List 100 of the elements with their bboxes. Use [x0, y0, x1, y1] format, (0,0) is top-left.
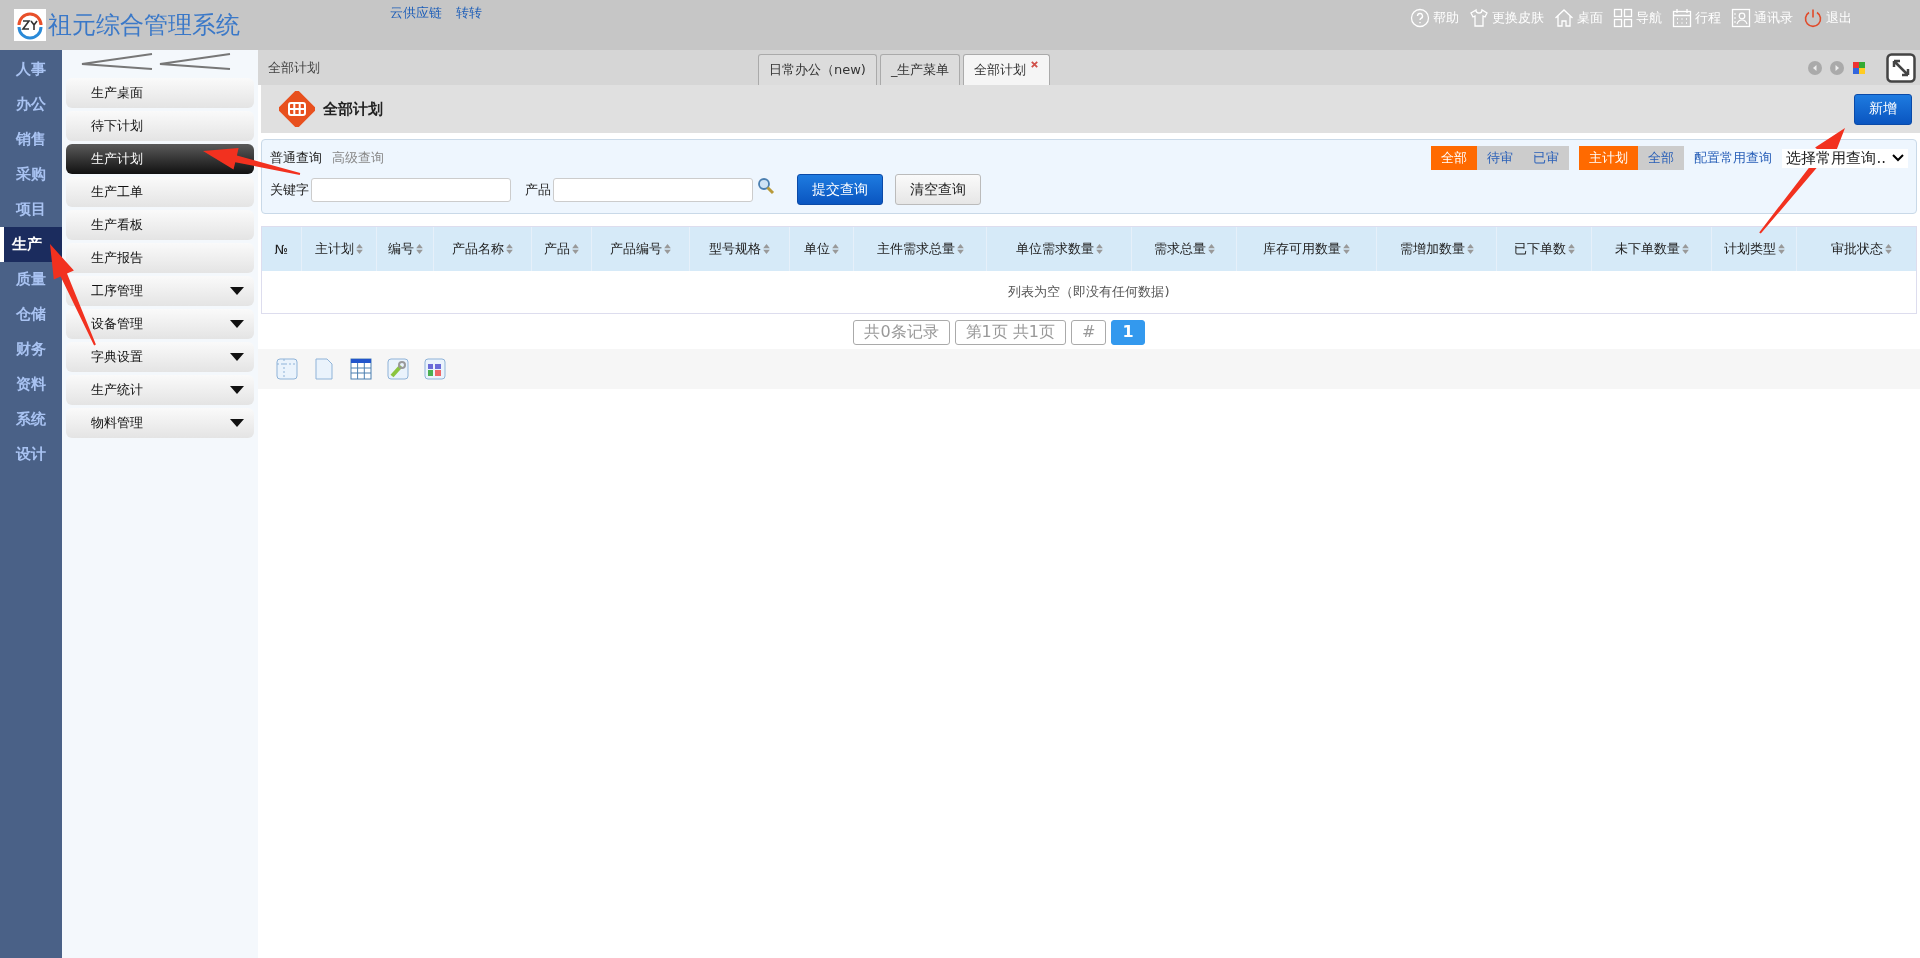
module-nav-item[interactable]: 质量: [16, 262, 46, 297]
sort-icon: [415, 244, 423, 254]
color-squares-icon[interactable]: [1852, 60, 1866, 75]
grid-icon: [1613, 8, 1633, 28]
status-filter[interactable]: 待审: [1477, 146, 1524, 170]
breadcrumb: 全部计划: [268, 58, 321, 77]
sort-icon: [832, 244, 839, 254]
column-header[interactable]: 编号: [377, 227, 434, 271]
page-title: 全部计划: [323, 99, 383, 119]
module-nav-item[interactable]: 采购: [16, 157, 46, 192]
sort-icon: [1095, 244, 1103, 254]
input-field[interactable]: [553, 177, 753, 202]
module-nav-item[interactable]: 仓储: [16, 297, 46, 332]
column-header[interactable]: 主计划: [302, 227, 377, 271]
close-icon[interactable]: [1030, 60, 1040, 69]
menu-item[interactable]: 待下计划: [66, 111, 254, 141]
dropdown-caret-icon: [230, 287, 244, 295]
power-icon: [1803, 8, 1823, 28]
sort-icon: [356, 244, 363, 254]
module-nav-item[interactable]: 资料: [16, 367, 46, 402]
column-header[interactable]: 产品编号: [592, 227, 690, 271]
module-nav-item[interactable]: 办公: [16, 87, 46, 122]
sort-icon: [1681, 244, 1689, 254]
logo-icon: [14, 9, 46, 41]
column-header[interactable]: 需增加数量: [1377, 227, 1497, 271]
column-header[interactable]: 单位需求数量: [987, 227, 1132, 271]
chevron-down-icon: [1892, 154, 1904, 162]
column-header[interactable]: 已下单数: [1497, 227, 1592, 271]
top-link[interactable]: 转转: [456, 4, 482, 22]
menu-item[interactable]: 生产看板: [66, 210, 254, 240]
scroll-left-icon[interactable]: [1808, 60, 1822, 75]
table-icon[interactable]: [350, 358, 372, 380]
fullscreen-icon[interactable]: [1886, 52, 1916, 83]
page-tab[interactable]: 日常办公（new): [758, 54, 877, 85]
dropdown-caret-icon: [230, 320, 244, 328]
menu-item[interactable]: 生产报告: [66, 243, 254, 273]
module-nav-item[interactable]: 设计: [16, 437, 46, 472]
preset-query-select[interactable]: 选择常用查询..: [1782, 148, 1908, 168]
sort-icon: [1777, 244, 1785, 254]
calendar-icon: [1672, 8, 1692, 28]
page-tab[interactable]: 全部计划: [963, 54, 1051, 85]
menu-item[interactable]: 生产统计: [66, 375, 254, 405]
column-header[interactable]: 库存可用数量: [1237, 227, 1377, 271]
column-header[interactable]: 型号规格: [690, 227, 790, 271]
menu-item[interactable]: 设备管理: [66, 309, 254, 339]
menu-item[interactable]: 生产工单: [66, 177, 254, 207]
field-label: 产品: [525, 180, 551, 199]
sort-icon: [1885, 244, 1892, 254]
app-title: 祖元综合管理系统: [48, 10, 240, 41]
column-header[interactable]: №: [262, 227, 302, 271]
column-header[interactable]: 审批状态: [1797, 227, 1920, 271]
contact-card-icon: [1731, 8, 1751, 28]
field-label: 关键字: [270, 180, 309, 199]
page-info: 第1页 共1页: [954, 320, 1067, 345]
sort-icon: [1567, 244, 1575, 254]
module-nav-item[interactable]: 项目: [16, 192, 46, 227]
menu-item[interactable]: 物料管理: [66, 408, 254, 438]
submit-query-button[interactable]: 提交查询: [797, 174, 883, 205]
wrench-icon[interactable]: [387, 358, 409, 380]
module-nav-item[interactable]: 生产: [0, 227, 62, 262]
add-button[interactable]: 新增: [1854, 93, 1912, 125]
sort-icon: [664, 244, 671, 254]
sort-icon: [1466, 244, 1474, 254]
shirt-icon: [1469, 8, 1489, 28]
page-tab[interactable]: _生产菜单: [879, 54, 961, 85]
column-header[interactable]: 产品名称: [434, 227, 532, 271]
scroll-right-icon[interactable]: [1830, 60, 1844, 75]
record-count: 共0条记录: [853, 320, 950, 345]
sort-icon: [956, 244, 964, 254]
top-link[interactable]: 云供应链: [390, 4, 442, 22]
menu-item[interactable]: 生产桌面: [66, 78, 254, 108]
column-header[interactable]: 产品: [532, 227, 592, 271]
module-nav-item[interactable]: 财务: [16, 332, 46, 367]
menu-item[interactable]: 生产计划: [66, 144, 254, 174]
menu-item[interactable]: 字典设置: [66, 342, 254, 372]
sort-icon: [506, 244, 513, 254]
menu-item[interactable]: 工序管理: [66, 276, 254, 306]
puzzle-icon[interactable]: [424, 358, 446, 380]
plan-filter[interactable]: 全部: [1638, 146, 1685, 170]
module-nav-item[interactable]: 销售: [16, 122, 46, 157]
config-query-link[interactable]: 配置常用查询: [1694, 149, 1773, 167]
column-header[interactable]: 主件需求总量: [854, 227, 987, 271]
module-nav-item[interactable]: 人事: [16, 52, 46, 87]
input-field[interactable]: [311, 177, 511, 202]
status-filter[interactable]: 已审: [1523, 146, 1570, 170]
home-icon: [1554, 8, 1574, 28]
clear-query-button[interactable]: 清空查询: [895, 174, 981, 205]
sort-icon: [763, 244, 770, 254]
column-header[interactable]: 单位: [790, 227, 854, 271]
grid-badge-icon: [279, 91, 315, 127]
column-header[interactable]: 未下单数量: [1592, 227, 1712, 271]
empty-table-message: 列表为空（即没有任何数据): [1008, 283, 1170, 301]
module-nav-item[interactable]: 系统: [16, 402, 46, 437]
help-icon: [1410, 8, 1430, 28]
magnifier-icon[interactable]: [757, 176, 775, 195]
column-header[interactable]: 需求总量: [1132, 227, 1237, 271]
dropdown-caret-icon: [230, 419, 244, 427]
dropdown-caret-icon: [230, 386, 244, 394]
query-mode-tab[interactable]: 普通查询: [270, 149, 322, 167]
dropdown-caret-icon: [230, 353, 244, 361]
